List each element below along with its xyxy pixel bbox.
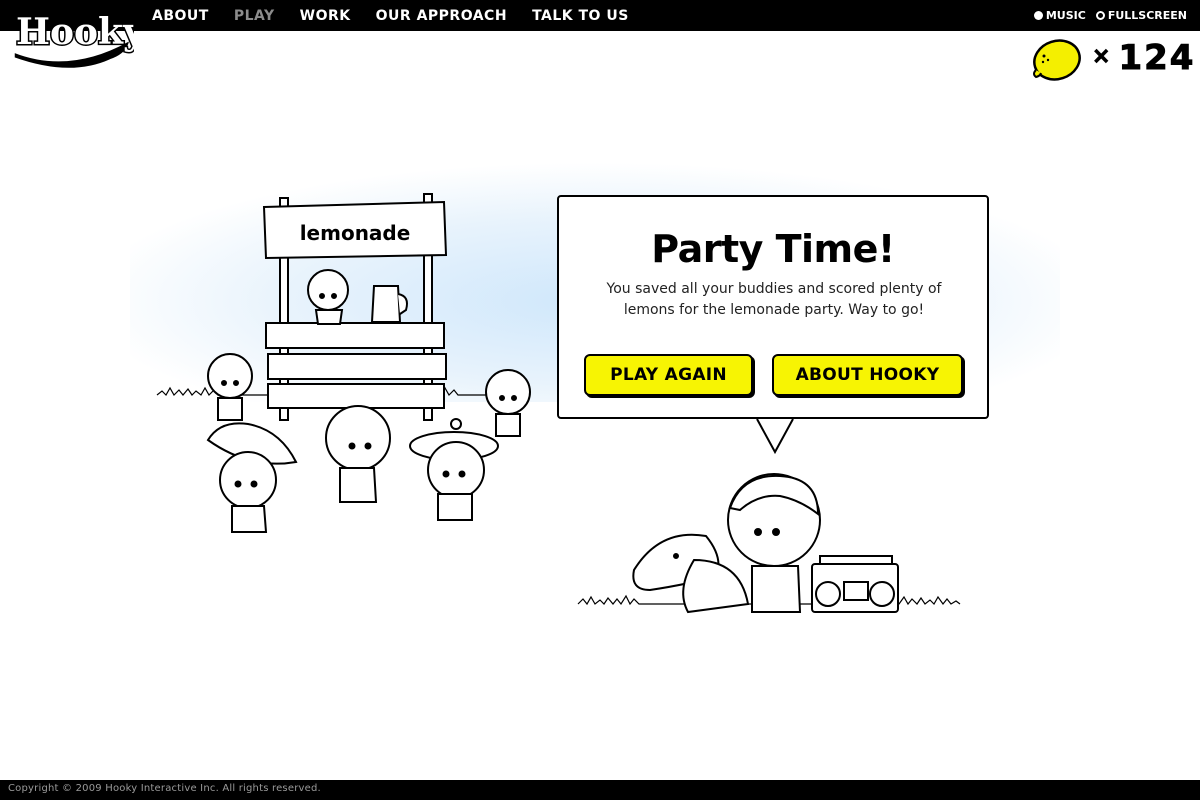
lemonade-sign: lemonade xyxy=(300,221,411,245)
buddy-4 xyxy=(409,418,499,521)
speech-tail xyxy=(756,418,794,455)
boombox xyxy=(811,555,899,613)
buddy-2 xyxy=(206,422,298,533)
buddy-3 xyxy=(325,405,391,503)
dog xyxy=(632,533,750,614)
footer: Copyright © 2009 Hooky Interactive Inc. … xyxy=(0,780,1200,800)
about-hooky-button[interactable]: ABOUT HOOKY xyxy=(772,354,963,396)
copyright-text: Copyright © 2009 Hooky Interactive Inc. … xyxy=(8,783,321,794)
dialog-title: Party Time! xyxy=(651,227,895,271)
buddy-5 xyxy=(485,369,531,437)
dialog-message: You saved all your buddies and scored pl… xyxy=(606,281,942,318)
buddy-1 xyxy=(207,353,253,421)
play-again-button[interactable]: PLAY AGAIN xyxy=(584,354,753,396)
party-dialog: Party Time! You saved all your buddies a… xyxy=(557,195,989,419)
